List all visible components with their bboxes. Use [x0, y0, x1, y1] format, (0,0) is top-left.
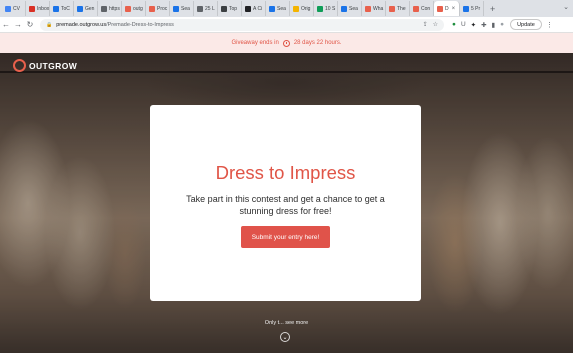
tab-label: Con: [421, 5, 431, 12]
tab-label: Top: [229, 5, 238, 12]
giveaway-banner: Giveaway ends in 28 days 22 hours.: [0, 33, 573, 53]
back-icon[interactable]: ←: [0, 20, 12, 29]
tab-label: The: [397, 5, 406, 12]
contest-description: Take part in this contest and get a chan…: [186, 194, 385, 216]
tab-favicon-icon: [149, 5, 155, 12]
browser-tab[interactable]: Orig: [290, 1, 314, 16]
browser-tab[interactable]: Sea: [170, 1, 194, 16]
contest-card: Dress to Impress Take part in this conte…: [150, 105, 421, 301]
tab-favicon-icon: [173, 5, 179, 12]
browser-tab[interactable]: The: [386, 1, 410, 16]
tab-favicon-icon: [317, 5, 323, 12]
new-tab-icon[interactable]: +: [490, 4, 495, 14]
tab-favicon-icon: [463, 5, 469, 12]
browser-tab[interactable]: outg: [122, 1, 146, 16]
scroll-down-icon[interactable]: ⌄: [280, 332, 290, 342]
extension-u-icon[interactable]: U: [461, 21, 466, 29]
clock-icon: [282, 39, 290, 47]
tab-favicon-icon: [341, 5, 347, 12]
tab-favicon-icon: [413, 5, 419, 12]
tab-favicon-icon: [5, 5, 11, 12]
browser-tab[interactable]: D ×: [434, 1, 460, 16]
browser-tab[interactable]: Con: [410, 1, 434, 16]
tab-label: Inbox: [37, 5, 50, 12]
browser-tab[interactable]: ToC: [50, 1, 74, 16]
tab-search-icon[interactable]: ⌄: [563, 3, 569, 11]
browser-tab[interactable]: Wha: [362, 1, 386, 16]
tab-label: 25 L: [205, 5, 215, 12]
sidebar-icon[interactable]: ▮: [492, 21, 496, 29]
share-icon[interactable]: ⇪: [423, 21, 428, 28]
tab-label: CV: [13, 5, 20, 12]
browser-tab[interactable]: https: [98, 1, 122, 16]
browser-tab[interactable]: Sea: [338, 1, 362, 16]
tab-label: 5 Pr: [471, 5, 481, 12]
tab-favicon-icon: [29, 5, 35, 12]
url-domain: premade.outgrow.us: [56, 21, 107, 28]
reload-icon[interactable]: ↻: [24, 20, 36, 29]
tab-favicon-icon: [221, 5, 227, 12]
extension-dark-icon[interactable]: ✦: [471, 21, 476, 29]
forward-icon[interactable]: →: [12, 20, 24, 29]
tab-favicon-icon: [53, 5, 59, 12]
tab-favicon-icon: [245, 5, 251, 12]
page-title: Dress to Impress: [215, 162, 356, 183]
tab-close-icon[interactable]: ×: [452, 6, 456, 12]
browser-tab[interactable]: CV: [2, 1, 26, 16]
tab-label: Sea: [181, 5, 190, 12]
browser-tab-strip: CV Inbox ToC Gen https outg Proc Sea 25 L Top A Ci…: [0, 0, 573, 17]
browser-tab[interactable]: Inbox: [26, 1, 50, 16]
tab-label: D: [445, 5, 449, 12]
tab-favicon-icon: [293, 5, 299, 12]
tab-label: outg: [133, 5, 143, 12]
browser-tab[interactable]: 10 S: [314, 1, 338, 16]
tab-favicon-icon: [365, 5, 371, 12]
tab-label: A Ci: [253, 5, 263, 12]
browser-tab[interactable]: Sea: [266, 1, 290, 16]
tab-label: Gen: [85, 5, 95, 12]
giveaway-banner-text: Giveaway ends in: [231, 40, 279, 46]
submit-entry-button[interactable]: Submit your entry here!: [241, 226, 330, 248]
update-button-label: Update: [517, 21, 535, 28]
profile-avatar-icon[interactable]: ●: [500, 21, 504, 29]
tab-label: ToC: [61, 5, 70, 12]
giveaway-countdown: 28 days 22 hours.: [293, 40, 342, 46]
tab-favicon-icon: [101, 5, 107, 12]
update-button[interactable]: Update: [510, 19, 542, 30]
tab-favicon-icon: [77, 5, 83, 12]
browser-tab[interactable]: Top: [218, 1, 242, 16]
browser-tab[interactable]: 25 L: [194, 1, 218, 16]
tab-favicon-icon: [269, 5, 275, 12]
more-menu-icon[interactable]: ⋮: [546, 21, 553, 29]
outgrow-logo-icon: [13, 59, 26, 72]
tab-favicon-icon: [437, 5, 443, 12]
browser-tab[interactable]: Proc: [146, 1, 170, 16]
logo-text: OUTGROW: [29, 60, 78, 71]
browser-toolbar: ← → ↻ 🔒 premade.outgrow.us/Premade-Dress…: [0, 17, 573, 33]
tab-label: Wha: [373, 5, 384, 12]
tab-label: https: [109, 5, 120, 12]
lock-icon: 🔒: [46, 21, 53, 28]
browser-tab[interactable]: A Ci: [242, 1, 266, 16]
see-more-link[interactable]: Only t... see more: [0, 320, 573, 326]
tab-favicon-icon: [197, 5, 203, 12]
outgrow-logo[interactable]: OUTGROW: [13, 59, 77, 72]
bookmark-star-icon[interactable]: ☆: [433, 21, 438, 28]
address-bar[interactable]: 🔒 premade.outgrow.us/Premade-Dress-to-Im…: [40, 18, 444, 31]
url-path: /Premade-Dress-to-Impress: [106, 21, 174, 28]
tab-label: Proc: [157, 5, 168, 12]
hero-section: OUTGROW Dress to Impress Take part in th…: [0, 53, 573, 353]
tab-favicon-icon: [125, 5, 131, 12]
tab-label: Sea: [277, 5, 286, 12]
tab-label: Sea: [349, 5, 358, 12]
tab-label: Orig: [301, 5, 311, 12]
extension-green-icon[interactable]: ●: [452, 21, 456, 29]
tab-label: 10 S: [325, 5, 336, 12]
tab-favicon-icon: [389, 5, 395, 12]
browser-tab[interactable]: 5 Pr: [460, 1, 484, 16]
extensions-puzzle-icon[interactable]: ✚: [481, 21, 486, 29]
browser-tab[interactable]: Gen: [74, 1, 98, 16]
submit-entry-label: Submit your entry here!: [251, 233, 320, 241]
